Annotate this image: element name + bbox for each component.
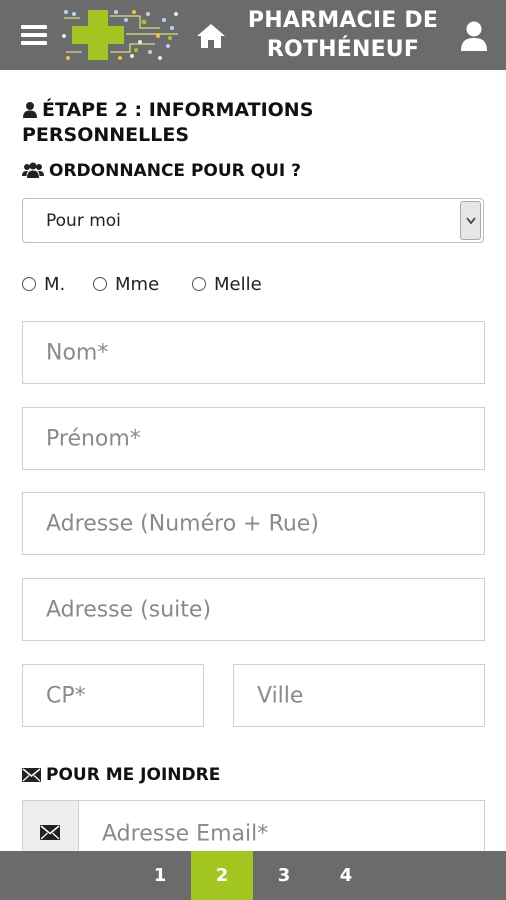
page-2-active[interactable]: 2	[191, 851, 253, 900]
adresse-suite-placeholder: Adresse (suite)	[46, 597, 212, 622]
step-title: ÉTAPE 2 : INFORMATIONS PERSONNELLES	[22, 98, 482, 148]
nom-placeholder: Nom*	[46, 340, 109, 365]
pharmacy-name-line2: ROTHÉNEUF	[266, 37, 420, 62]
page-1[interactable]: 1	[129, 851, 191, 900]
prescription-label: ORDONNANCE POUR QUI ?	[22, 161, 301, 181]
radio-m-circle[interactable]	[22, 277, 36, 291]
adresse-suite-input[interactable]: Adresse (suite)	[22, 578, 485, 641]
contact-label: POUR ME JOINDRE	[22, 765, 220, 785]
ville-input[interactable]: Ville	[233, 664, 485, 727]
radio-m[interactable]: M.	[22, 274, 65, 295]
step-pager: 1 2 3 4	[0, 851, 506, 900]
home-icon[interactable]	[195, 22, 227, 50]
prenom-placeholder: Prénom*	[46, 426, 141, 451]
ville-placeholder: Ville	[257, 683, 304, 708]
app-header: PHARMACIE DE ROTHÉNEUF	[0, 0, 506, 70]
cp-input[interactable]: CP*	[22, 664, 204, 727]
radio-m-label: M.	[44, 274, 66, 295]
page-3[interactable]: 3	[253, 851, 315, 900]
radio-melle-circle[interactable]	[192, 277, 206, 291]
pharmacy-name-line1: PHARMACIE DE	[247, 8, 439, 33]
envelope-icon	[40, 825, 60, 840]
adresse-input[interactable]: Adresse (Numéro + Rue)	[22, 492, 485, 555]
adresse-placeholder: Adresse (Numéro + Rue)	[46, 511, 319, 536]
radio-mme[interactable]: Mme	[93, 274, 159, 295]
users-group-icon	[22, 162, 44, 178]
pharmacy-name: PHARMACIE DE ROTHÉNEUF	[238, 6, 448, 64]
step-title-line1: ÉTAPE 2 : INFORMATIONS	[42, 99, 314, 121]
contact-label-text: POUR ME JOINDRE	[46, 765, 221, 785]
user-icon	[23, 102, 37, 118]
radio-melle-label: Melle	[214, 274, 262, 295]
envelope-icon	[22, 768, 41, 782]
email-placeholder: Adresse Email*	[102, 821, 269, 847]
page-4[interactable]: 4	[315, 851, 377, 900]
hamburger-menu-icon[interactable]	[21, 25, 47, 45]
prescription-selected-value: Pour moi	[46, 211, 121, 231]
radio-melle[interactable]: Melle	[192, 274, 262, 295]
nom-input[interactable]: Nom*	[22, 321, 485, 384]
pharmacy-cross-logo	[62, 10, 178, 60]
cp-placeholder: CP*	[46, 683, 86, 708]
chevron-down-icon[interactable]	[460, 201, 481, 240]
prenom-input[interactable]: Prénom*	[22, 407, 485, 470]
user-account-icon[interactable]	[459, 20, 489, 52]
prescription-select[interactable]: Pour moi	[22, 198, 484, 243]
radio-mme-circle[interactable]	[93, 277, 107, 291]
step-title-line2: PERSONNELLES	[22, 124, 190, 146]
radio-mme-label: Mme	[115, 274, 160, 295]
prescription-label-text: ORDONNANCE POUR QUI ?	[49, 161, 302, 181]
